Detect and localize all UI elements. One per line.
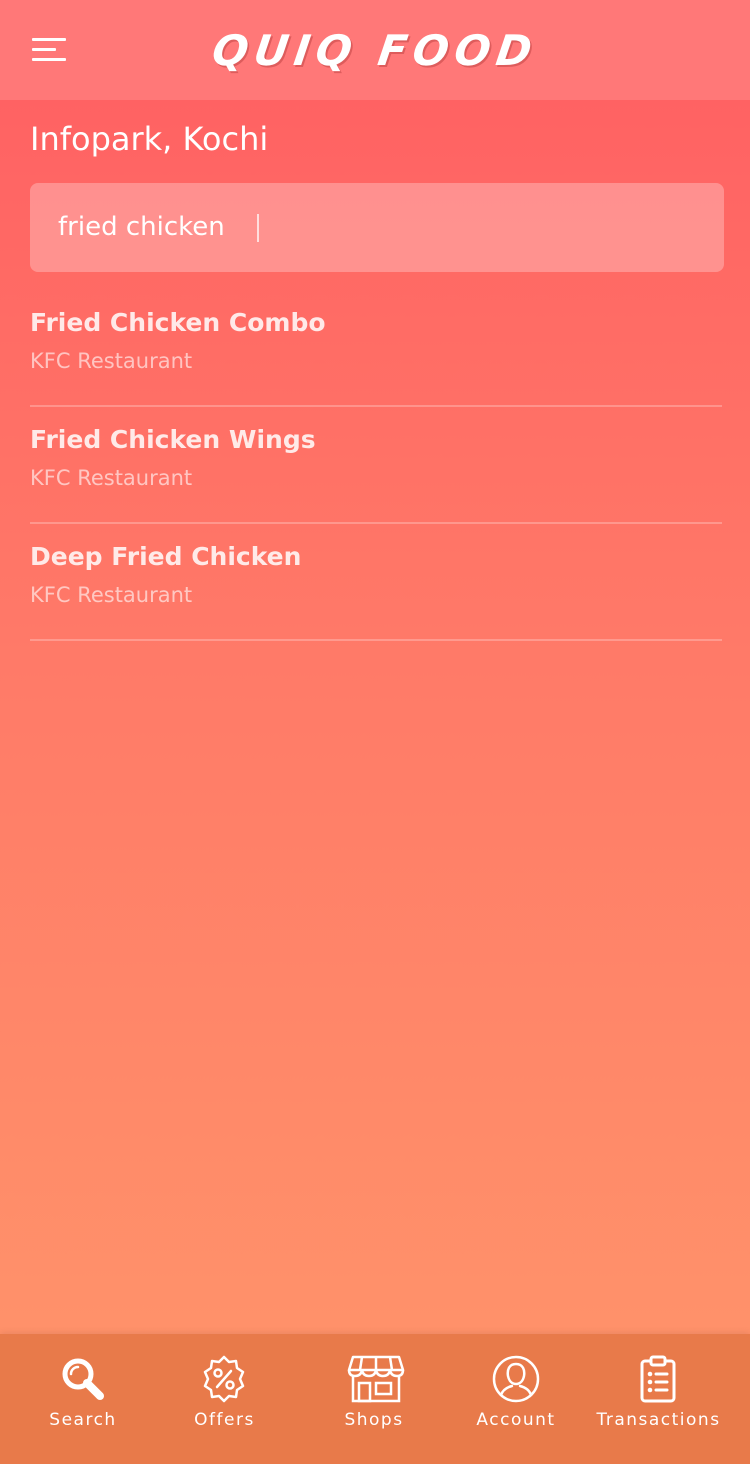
clipboard-list-icon [640, 1355, 676, 1403]
app-header: QUIQ FOOD [0, 0, 750, 100]
search-icon [62, 1358, 104, 1400]
nav-offers[interactable]: Offers [166, 1334, 283, 1464]
nav-label-offers: Offers [194, 1410, 255, 1430]
nav-account[interactable]: Account [465, 1334, 567, 1464]
percent-badge-icon [203, 1355, 245, 1403]
result-title: Fried Chicken Wings [30, 425, 316, 454]
search-results-list: Fried Chicken Combo KFC Restaurant Fried… [30, 290, 722, 641]
bottom-navigation: Search Offers Shops Account Transactions [0, 1334, 750, 1464]
location-label[interactable]: Infopark, Kochi [30, 120, 268, 158]
list-item[interactable]: Deep Fried Chicken KFC Restaurant [30, 524, 722, 641]
nav-label-search: Search [49, 1410, 117, 1430]
result-title: Deep Fried Chicken [30, 542, 302, 571]
nav-label-account: Account [476, 1410, 556, 1430]
search-box[interactable] [30, 183, 724, 272]
result-restaurant: KFC Restaurant [30, 583, 193, 607]
app-title: QUIQ FOOD [209, 26, 541, 75]
search-input[interactable] [58, 205, 678, 249]
list-item[interactable]: Fried Chicken Combo KFC Restaurant [30, 290, 722, 407]
nav-transactions[interactable]: Transactions [567, 1334, 750, 1464]
nav-label-shops: Shops [344, 1410, 404, 1430]
user-icon [492, 1355, 540, 1403]
nav-label-transactions: Transactions [596, 1410, 721, 1430]
text-caret [257, 214, 259, 242]
result-restaurant: KFC Restaurant [30, 349, 193, 373]
result-restaurant: KFC Restaurant [30, 466, 193, 490]
list-item[interactable]: Fried Chicken Wings KFC Restaurant [30, 407, 722, 524]
result-title: Fried Chicken Combo [30, 308, 326, 337]
nav-shops[interactable]: Shops [283, 1334, 465, 1464]
nav-search[interactable]: Search [0, 1334, 166, 1464]
storefront-icon [347, 1355, 405, 1403]
